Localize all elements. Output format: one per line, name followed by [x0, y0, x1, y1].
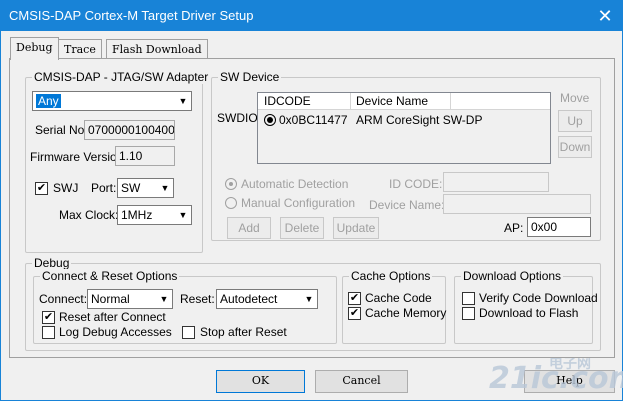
device-idcode: 0x0BC11477	[279, 113, 348, 127]
cancel-button[interactable]: Cancel	[315, 370, 408, 393]
swj-checkbox[interactable]: ✔	[35, 182, 48, 195]
chevron-down-icon: ▼	[304, 294, 314, 304]
reset-selected-value: Autodetect	[220, 292, 278, 306]
delete-button[interactable]: Delete	[280, 217, 324, 239]
connect-label: Connect:	[39, 292, 88, 306]
auto-detect-radio[interactable]	[225, 178, 237, 190]
reset-select[interactable]: Autodetect ▼	[216, 289, 318, 309]
col-device-name[interactable]: Device Name	[356, 94, 428, 108]
stop-after-reset-label: Stop after Reset	[200, 325, 287, 339]
add-button[interactable]: Add	[227, 217, 271, 239]
debug-group-legend: Debug	[32, 256, 72, 270]
connect-reset-legend: Connect & Reset Options	[40, 269, 180, 283]
download-to-flash-label: Download to Flash	[479, 306, 579, 320]
tab-trace-label: Trace	[64, 43, 96, 56]
ok-button[interactable]: OK	[216, 370, 305, 393]
col-idcode[interactable]: IDCODE	[264, 94, 311, 108]
log-debug-checkbox[interactable]	[42, 326, 55, 339]
move-up-button[interactable]: Up	[558, 110, 592, 132]
tab-debug[interactable]: Debug	[10, 37, 59, 60]
help-button[interactable]: Help	[524, 370, 615, 393]
tab-debug-label: Debug	[16, 41, 53, 54]
close-icon[interactable]: ✕	[594, 5, 616, 27]
cache-code-label: Cache Code	[365, 291, 432, 305]
manual-config-label: Manual Configuration	[241, 196, 356, 210]
port-select[interactable]: SW ▼	[117, 178, 174, 198]
connect-selected-value: Normal	[91, 292, 130, 306]
adapter-group-legend: CMSIS-DAP - JTAG/SW Adapter	[32, 70, 211, 84]
adapter-select[interactable]: Any ▼	[32, 91, 192, 111]
firmware-field: 1.10	[115, 146, 175, 166]
serial-label: Serial No:	[35, 123, 88, 137]
download-options-legend: Download Options	[461, 269, 564, 283]
devname-field[interactable]	[443, 194, 591, 214]
idcode-label: ID CODE:	[389, 177, 443, 191]
firmware-label: Firmware Version:	[30, 150, 127, 164]
column-divider	[350, 93, 351, 110]
chevron-down-icon: ▼	[159, 294, 169, 304]
port-selected-value: SW	[121, 181, 141, 195]
swdio-label: SWDIO	[217, 111, 258, 125]
update-button[interactable]: Update	[333, 217, 379, 239]
ap-label: AP:	[504, 221, 524, 235]
verify-download-label: Verify Code Download	[479, 291, 598, 305]
serial-field: 07000001004000	[84, 120, 175, 140]
reset-after-connect-checkbox[interactable]: ✔	[42, 311, 55, 324]
tab-trace[interactable]: Trace	[58, 39, 102, 59]
reset-after-connect-label: Reset after Connect	[59, 310, 166, 324]
log-debug-label: Log Debug Accesses	[59, 325, 172, 339]
cache-options-legend: Cache Options	[349, 269, 433, 283]
window-title: CMSIS-DAP Cortex-M Target Driver Setup	[9, 8, 254, 23]
maxclock-select[interactable]: 1MHz ▼	[117, 205, 192, 225]
chevron-down-icon: ▼	[178, 96, 188, 106]
title-bar: CMSIS-DAP Cortex-M Target Driver Setup ✕	[1, 1, 622, 31]
download-to-flash-checkbox[interactable]	[462, 307, 475, 320]
list-item[interactable]: 0x0BC11477 ARM CoreSight SW-DP	[258, 112, 548, 128]
maxclock-label: Max Clock:	[59, 208, 119, 222]
move-label: Move	[560, 91, 590, 105]
idcode-field[interactable]	[443, 172, 549, 192]
devname-label: Device Name:	[369, 198, 445, 212]
chevron-down-icon: ▼	[160, 183, 170, 193]
device-name: ARM CoreSight SW-DP	[356, 113, 483, 127]
column-divider	[450, 93, 451, 110]
tab-flash-download-label: Flash Download	[112, 43, 202, 56]
sw-device-list[interactable]: IDCODE Device Name 0x0BC11477 ARM CoreSi…	[257, 92, 551, 164]
cache-memory-label: Cache Memory	[365, 306, 447, 320]
cache-memory-checkbox[interactable]: ✔	[348, 307, 361, 320]
auto-detect-label: Automatic Detection	[241, 177, 349, 191]
target-radio-icon	[264, 114, 276, 126]
manual-config-radio[interactable]	[225, 197, 237, 209]
chevron-down-icon: ▼	[178, 210, 188, 220]
sw-device-list-header: IDCODE Device Name	[258, 93, 550, 110]
cache-code-checkbox[interactable]: ✔	[348, 292, 361, 305]
port-label: Port:	[91, 181, 117, 195]
maxclock-selected-value: 1MHz	[121, 208, 153, 222]
reset-label: Reset:	[180, 292, 215, 306]
move-down-button[interactable]: Down	[558, 136, 592, 158]
setup-dialog: CMSIS-DAP Cortex-M Target Driver Setup ✕…	[0, 0, 623, 401]
sw-device-group-legend: SW Device	[218, 70, 282, 84]
swj-label: SWJ	[53, 181, 79, 195]
tab-flash-download[interactable]: Flash Download	[106, 39, 208, 59]
connect-select[interactable]: Normal ▼	[87, 289, 173, 309]
ap-field[interactable]: 0x00	[527, 217, 591, 237]
verify-download-checkbox[interactable]	[462, 292, 475, 305]
adapter-selected-value: Any	[36, 94, 61, 108]
stop-after-reset-checkbox[interactable]	[182, 326, 195, 339]
